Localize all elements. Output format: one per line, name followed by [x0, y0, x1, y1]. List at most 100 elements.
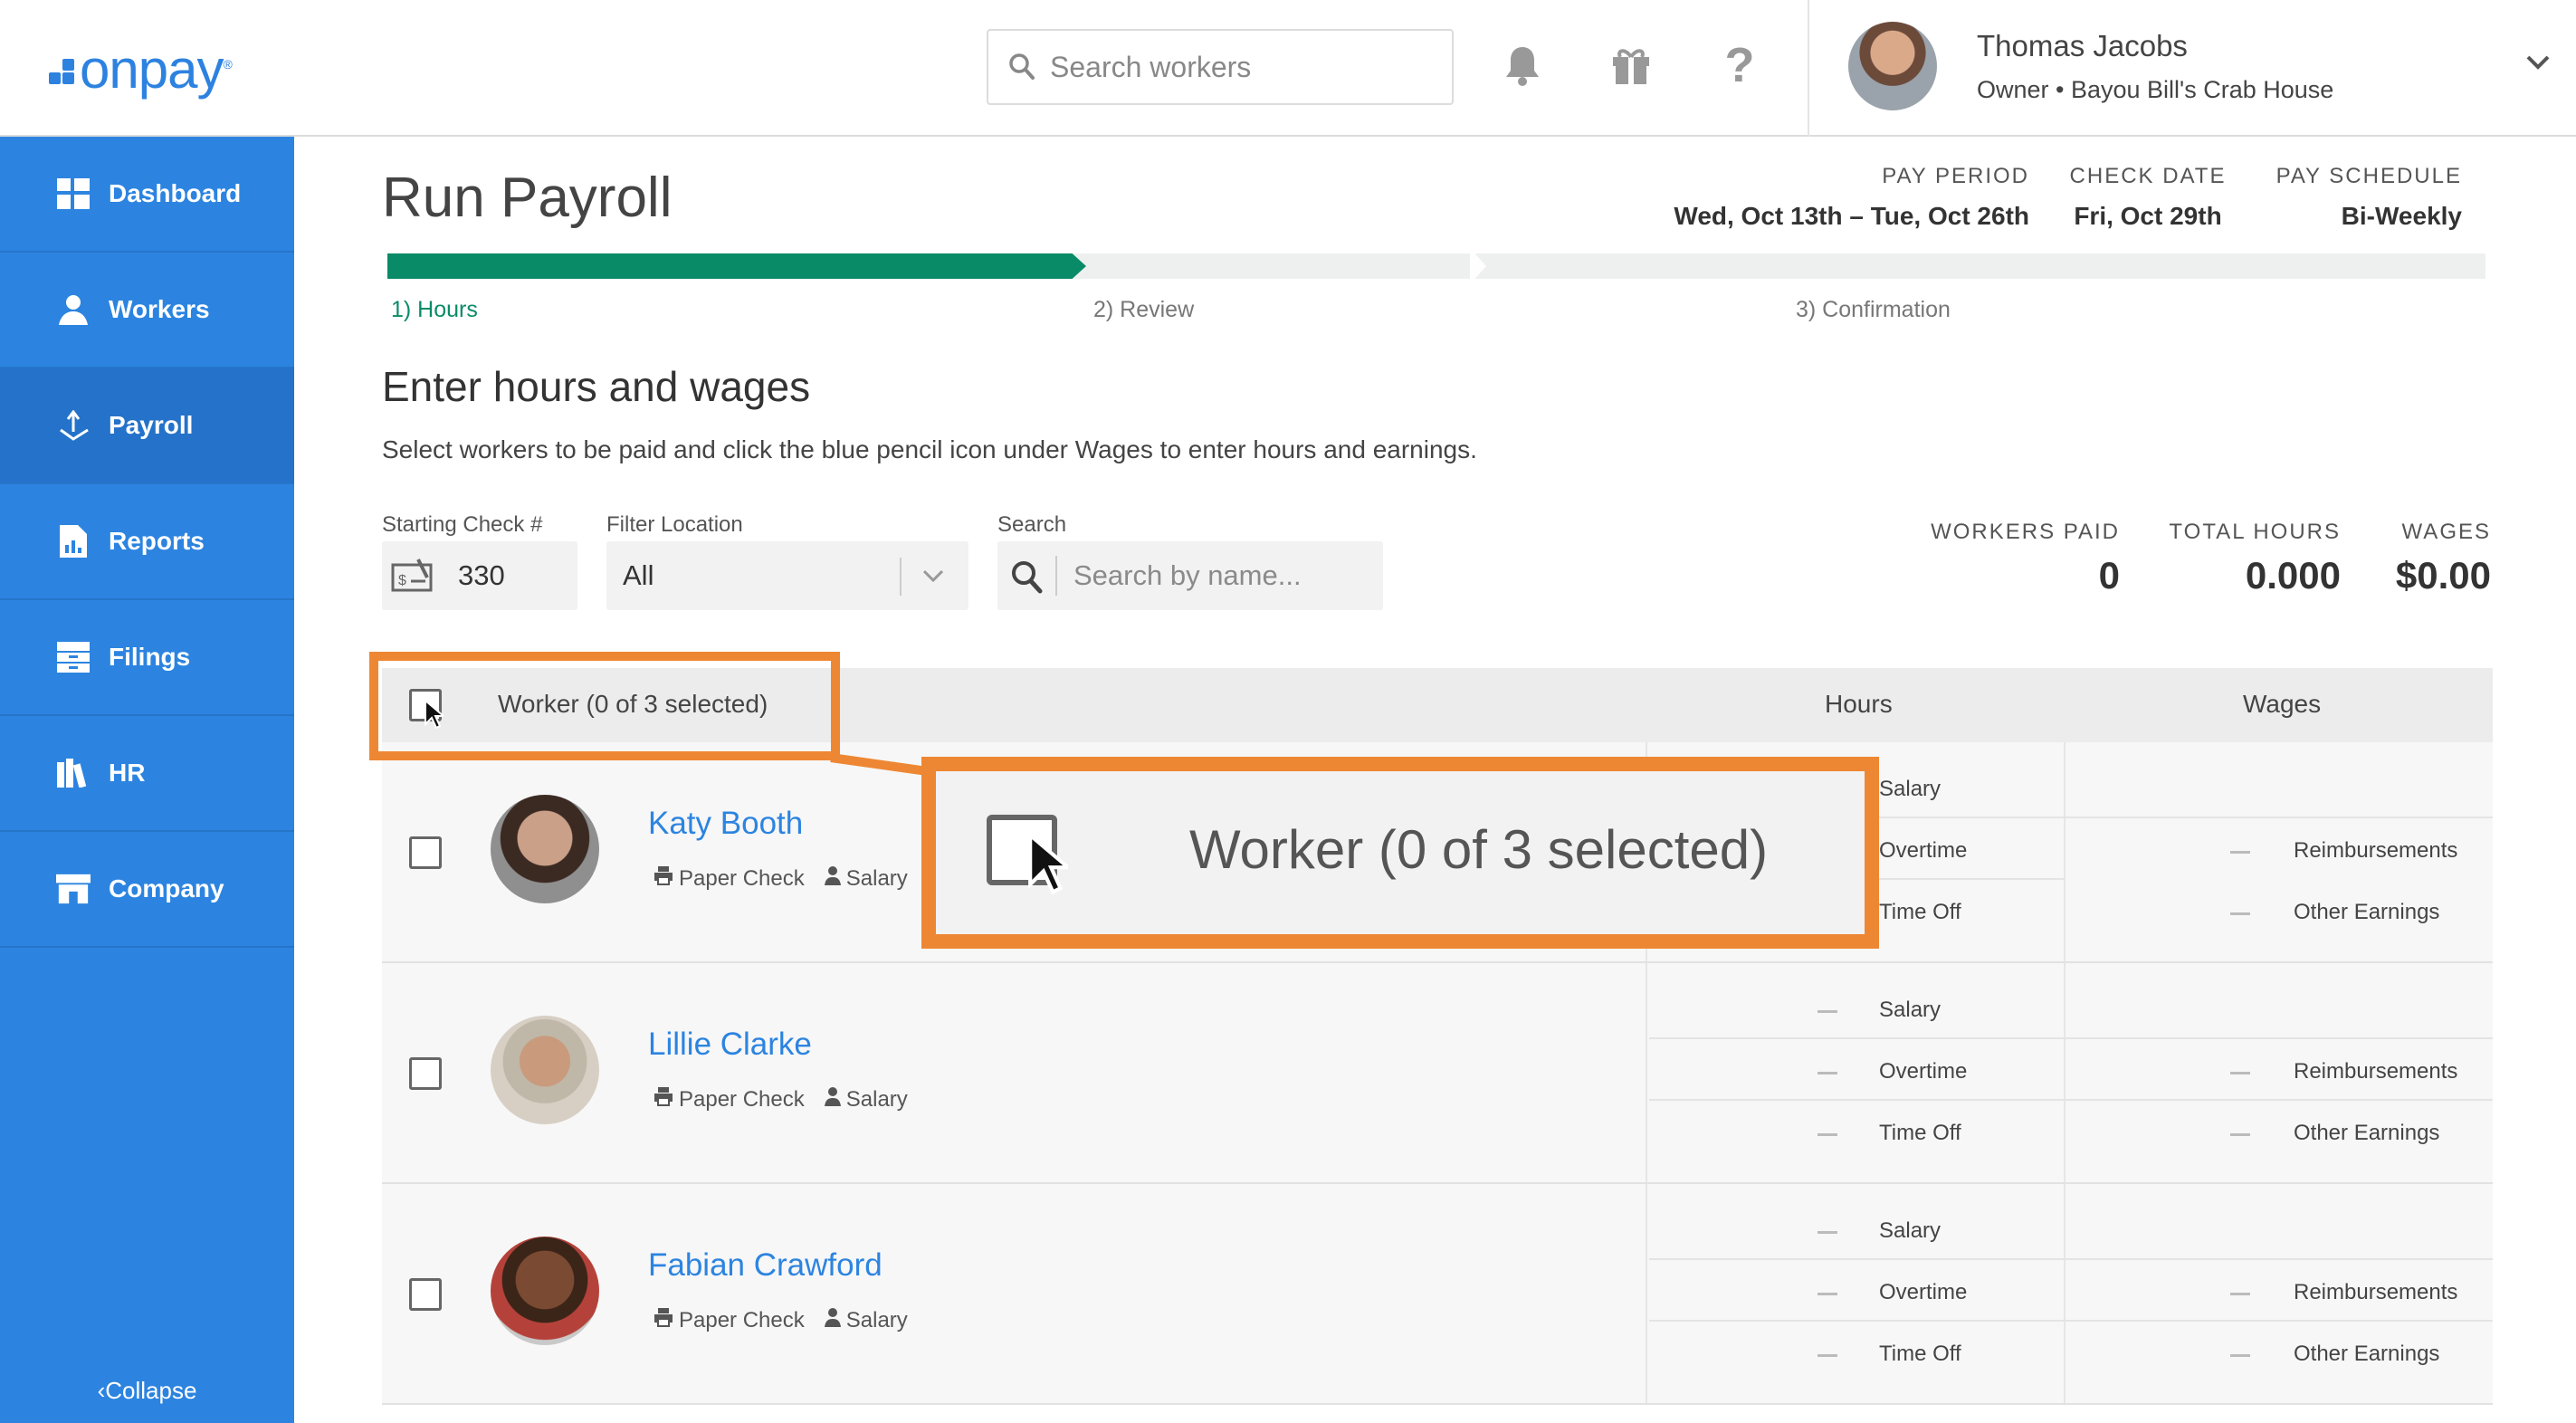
wages-reimbursements-dash[interactable]	[2230, 851, 2250, 854]
check-date: CHECK DATE Fri, Oct 29th	[2064, 164, 2232, 231]
worker-meta: Paper Check Salary	[654, 1086, 908, 1113]
sidebar-item-filings[interactable]: Filings	[0, 600, 294, 716]
worker-checkbox[interactable]	[409, 836, 442, 869]
worker-name[interactable]: Lillie Clarke	[648, 1027, 812, 1063]
sidebar-item-workers[interactable]: Workers	[0, 253, 294, 368]
sidebar-item-reports[interactable]: Reports	[0, 484, 294, 600]
bell-icon[interactable]	[1501, 40, 1544, 91]
search-by-name-placeholder: Search by name...	[1073, 559, 1302, 591]
worker-checkbox[interactable]	[409, 1057, 442, 1090]
reports-icon	[56, 524, 91, 559]
worker-name[interactable]: Fabian Crawford	[648, 1247, 883, 1284]
worker-name[interactable]: Katy Booth	[648, 806, 803, 842]
worker-avatar	[491, 795, 599, 903]
hours-timeoff-dash[interactable]	[1818, 1354, 1837, 1357]
worker-checkbox[interactable]	[409, 1278, 442, 1311]
chevron-left-icon: ‹	[97, 1377, 106, 1404]
wages-other-dash[interactable]	[2230, 1354, 2250, 1357]
progress-bar	[387, 253, 2485, 279]
sidebar-item-payroll[interactable]: Payroll	[0, 368, 294, 484]
svg-text:$: $	[398, 573, 406, 588]
chevron-down-icon	[921, 568, 945, 587]
pay-period: PAY PERIOD Wed, Oct 13th – Tue, Oct 26th	[1629, 164, 2029, 231]
onpay-logo[interactable]: onpay®	[49, 38, 233, 100]
workers-paid-label: WORKERS PAID	[1931, 520, 2120, 544]
sidebar-item-dashboard[interactable]: Dashboard	[0, 137, 294, 253]
filter-location-select[interactable]: All	[606, 541, 968, 610]
filter-location-value: All	[623, 559, 654, 591]
total-hours-label: TOTAL HOURS	[2169, 520, 2341, 544]
search-workers-field[interactable]	[987, 29, 1454, 105]
pay-schedule: PAY SCHEDULE Bi-Weekly	[2261, 164, 2462, 231]
sidebar-item-label: Reports	[109, 527, 205, 555]
avatar[interactable]	[1848, 22, 1937, 110]
search-divider	[1055, 556, 1057, 596]
search-icon	[1008, 53, 1035, 86]
hours-overtime-dash[interactable]	[1818, 1072, 1837, 1074]
starting-check-field[interactable]: $ 330	[382, 541, 577, 610]
sidebar: Dashboard Workers Payroll Reports Filing…	[0, 137, 294, 1423]
hours-salary-label: Salary	[1879, 777, 1942, 801]
workers-icon	[56, 292, 91, 327]
sidebar-item-label: Payroll	[109, 411, 194, 439]
wages-other-dash[interactable]	[2230, 912, 2250, 915]
wages-reimbursements-label: Reimbursements	[2294, 838, 2458, 863]
sidebar-item-label: Workers	[109, 295, 210, 323]
worker-meta: Paper Check Salary	[654, 865, 908, 892]
printer-icon	[654, 1307, 673, 1333]
step-hours: 1) Hours	[391, 297, 478, 322]
callout-text: Worker (0 of 3 selected)	[1189, 819, 1769, 880]
chevron-down-icon[interactable]	[2525, 54, 2551, 75]
wages-other-label: Other Earnings	[2294, 1121, 2440, 1145]
wages-other-label: Other Earnings	[2294, 1342, 2440, 1366]
payroll-icon	[56, 408, 91, 443]
company-icon	[56, 872, 91, 906]
user-icon	[824, 865, 841, 892]
wages-other-label: Other Earnings	[2294, 900, 2440, 924]
search-workers-input[interactable]	[1050, 47, 1430, 87]
user-icon	[824, 1086, 841, 1113]
highlight-callout: Worker (0 of 3 selected)	[921, 757, 1879, 949]
printer-icon	[654, 865, 673, 892]
worker-avatar	[491, 1237, 599, 1345]
workers-paid-value: 0	[2098, 554, 2120, 597]
wages-reimbursements-dash[interactable]	[2230, 1072, 2250, 1074]
pay-schedule-label: PAY SCHEDULE	[2275, 164, 2462, 188]
help-icon[interactable]: ?	[1718, 38, 1761, 92]
worker-meta: Paper Check Salary	[654, 1307, 908, 1333]
hours-column-header: Hours	[1825, 690, 1893, 718]
sidebar-item-hr[interactable]: HR	[0, 716, 294, 832]
page-title: Run Payroll	[382, 167, 673, 229]
header-divider	[1808, 0, 1809, 137]
gift-icon[interactable]	[1609, 40, 1653, 91]
check-icon: $	[391, 558, 434, 598]
hours-salary-dash[interactable]	[1818, 1010, 1837, 1013]
hours-salary-dash[interactable]	[1818, 1231, 1837, 1234]
hours-salary-label: Salary	[1879, 1218, 1942, 1243]
wages-reimbursements-dash[interactable]	[2230, 1293, 2250, 1295]
hours-overtime-dash[interactable]	[1818, 1293, 1837, 1295]
dashboard-icon	[56, 177, 91, 211]
hours-timeoff-dash[interactable]	[1818, 1133, 1837, 1136]
table-row: Fabian Crawford Paper Check Salary Salar…	[382, 1184, 2493, 1405]
section-title: Enter hours and wages	[382, 363, 811, 410]
search-by-name-field[interactable]: Search by name...	[997, 541, 1383, 610]
starting-check-label: Starting Check #	[382, 512, 543, 537]
wages-value: $0.00	[2395, 554, 2491, 597]
wages-label: WAGES	[2401, 520, 2491, 544]
user-role: Owner • Bayou Bill's Crab House	[1977, 76, 2334, 103]
table-row: Lillie Clarke Paper Check Salary Salary …	[382, 963, 2493, 1184]
filter-location-label: Filter Location	[606, 512, 743, 537]
search-label: Search	[997, 512, 1067, 537]
hours-timeoff-label: Time Off	[1879, 1342, 1961, 1366]
wages-reimbursements-label: Reimbursements	[2294, 1059, 2458, 1084]
top-bar: onpay® ? Thomas Jacobs Owner • Bayou Bil…	[0, 0, 2576, 137]
check-date-value: Fri, Oct 29th	[2074, 202, 2222, 230]
hours-timeoff-label: Time Off	[1879, 1121, 1961, 1145]
wages-other-dash[interactable]	[2230, 1133, 2250, 1136]
hr-icon	[56, 756, 91, 790]
sidebar-item-company[interactable]: Company	[0, 832, 294, 948]
collapse-button[interactable]: ‹Collapse	[0, 1377, 294, 1405]
hours-overtime-label: Overtime	[1879, 1059, 1968, 1084]
step-confirmation: 3) Confirmation	[1796, 297, 1951, 322]
